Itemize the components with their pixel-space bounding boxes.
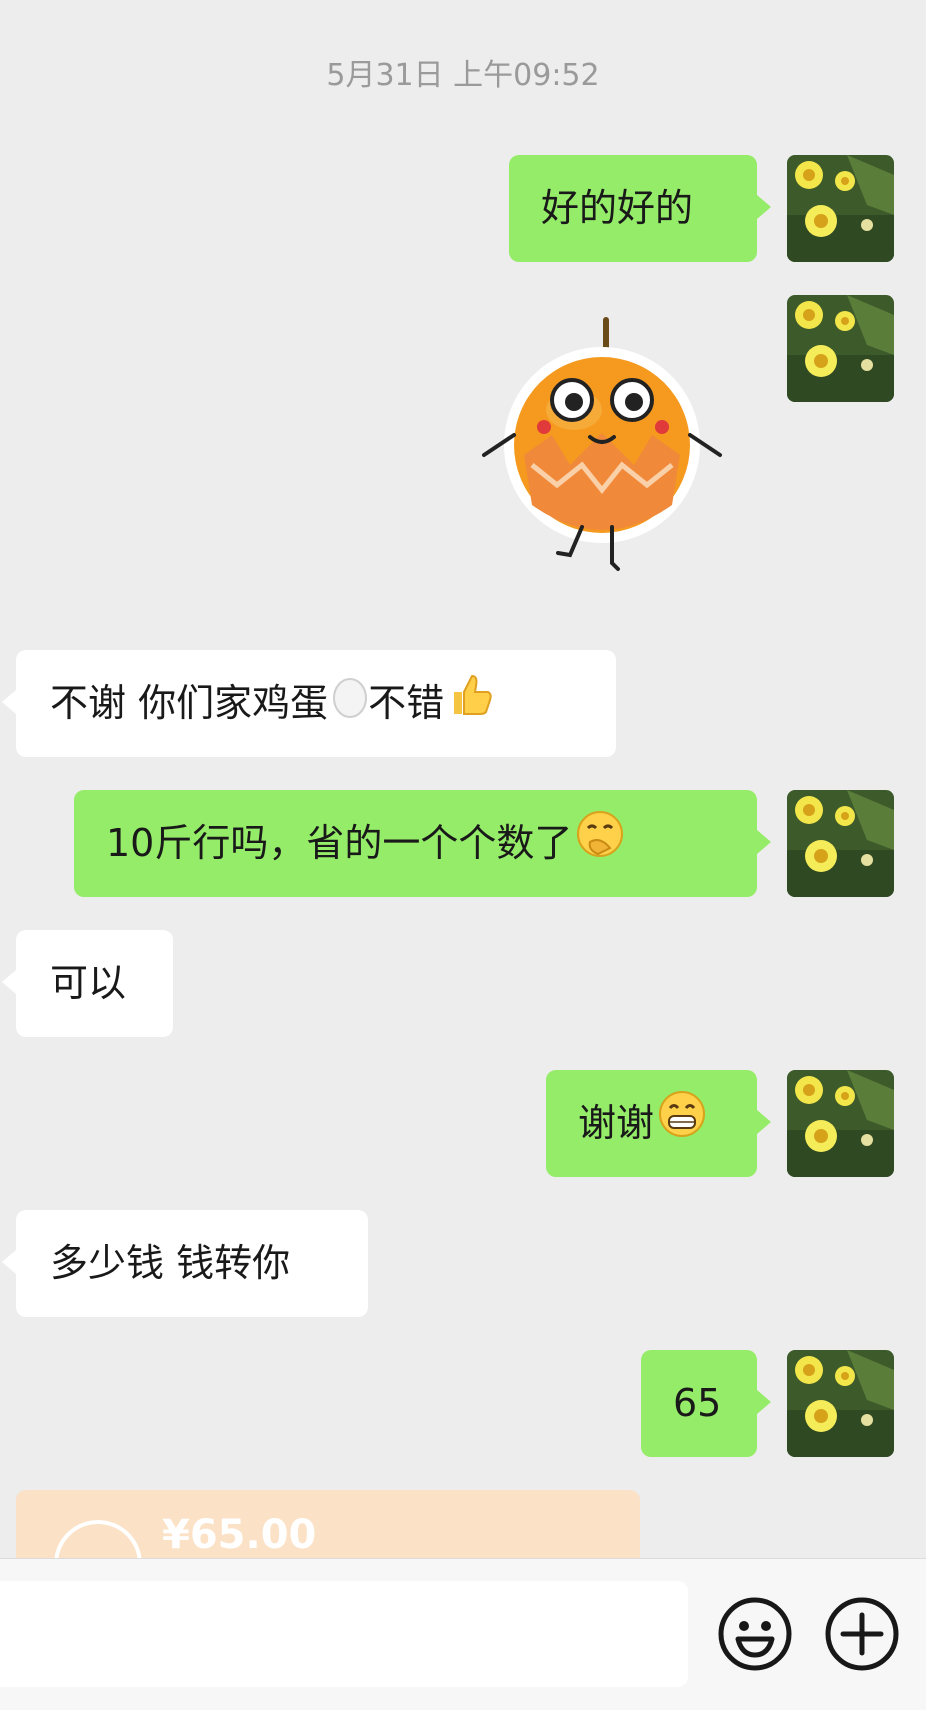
flower-avatar-icon [787, 155, 894, 262]
message-text: 多少钱 钱转你 [50, 1241, 291, 1285]
message-text: 谢谢 [578, 1101, 655, 1145]
message-input[interactable] [0, 1581, 688, 1687]
message-text: 好的好的 [541, 186, 694, 230]
message-bubble-received[interactable]: 不谢 你们家鸡蛋 不错 [2, 650, 616, 759]
input-bar [0, 1558, 926, 1710]
my-avatar[interactable] [787, 1070, 894, 1177]
flower-avatar-icon [787, 295, 894, 402]
message-bubble-received[interactable]: 可以 [2, 930, 173, 1037]
message-text: 不谢 你们家鸡蛋 [50, 681, 329, 725]
egg-icon [332, 652, 368, 759]
orange-character-sticker[interactable] [462, 315, 742, 585]
flower-avatar-icon [787, 1350, 894, 1457]
message-bubble-sent[interactable]: 10斤行吗，省的一个个数了 [74, 790, 771, 899]
chat-area[interactable]: 5月31日 上午09:52 好的好的 不谢 你们家鸡蛋 不错 10斤行吗，省的一… [0, 0, 926, 1558]
message-timestamp: 5月31日 上午09:52 [326, 58, 600, 93]
my-avatar[interactable] [787, 790, 894, 897]
transfer-amount: ¥65.00 [162, 1512, 317, 1558]
message-text: 10斤行吗，省的一个个数了 [106, 821, 573, 865]
message-bubble-sent[interactable]: 好的好的 [509, 155, 771, 262]
transfer-card[interactable]: ¥65.00 [16, 1490, 640, 1558]
flower-avatar-icon [787, 1070, 894, 1177]
face-hand-over-mouth-icon [576, 792, 624, 899]
message-text: 65 [673, 1381, 722, 1425]
my-avatar[interactable] [787, 155, 894, 262]
message-bubble-sent[interactable]: 65 [641, 1350, 771, 1457]
more-button[interactable] [823, 1595, 901, 1673]
my-avatar[interactable] [787, 295, 894, 402]
my-avatar[interactable] [787, 1350, 894, 1457]
message-bubble-received[interactable]: 多少钱 钱转你 [2, 1210, 368, 1317]
thumbs-up-icon [448, 652, 494, 759]
flower-avatar-icon [787, 790, 894, 897]
grinning-face-icon [658, 1072, 706, 1179]
transfer-icon [54, 1520, 142, 1558]
smiley-face-icon [718, 1597, 792, 1671]
message-bubble-sent[interactable]: 谢谢 [546, 1070, 771, 1179]
message-text: 不错 [368, 681, 445, 725]
message-text: 可以 [50, 961, 127, 1005]
plus-circle-icon [825, 1597, 899, 1671]
emoji-button[interactable] [716, 1595, 794, 1673]
